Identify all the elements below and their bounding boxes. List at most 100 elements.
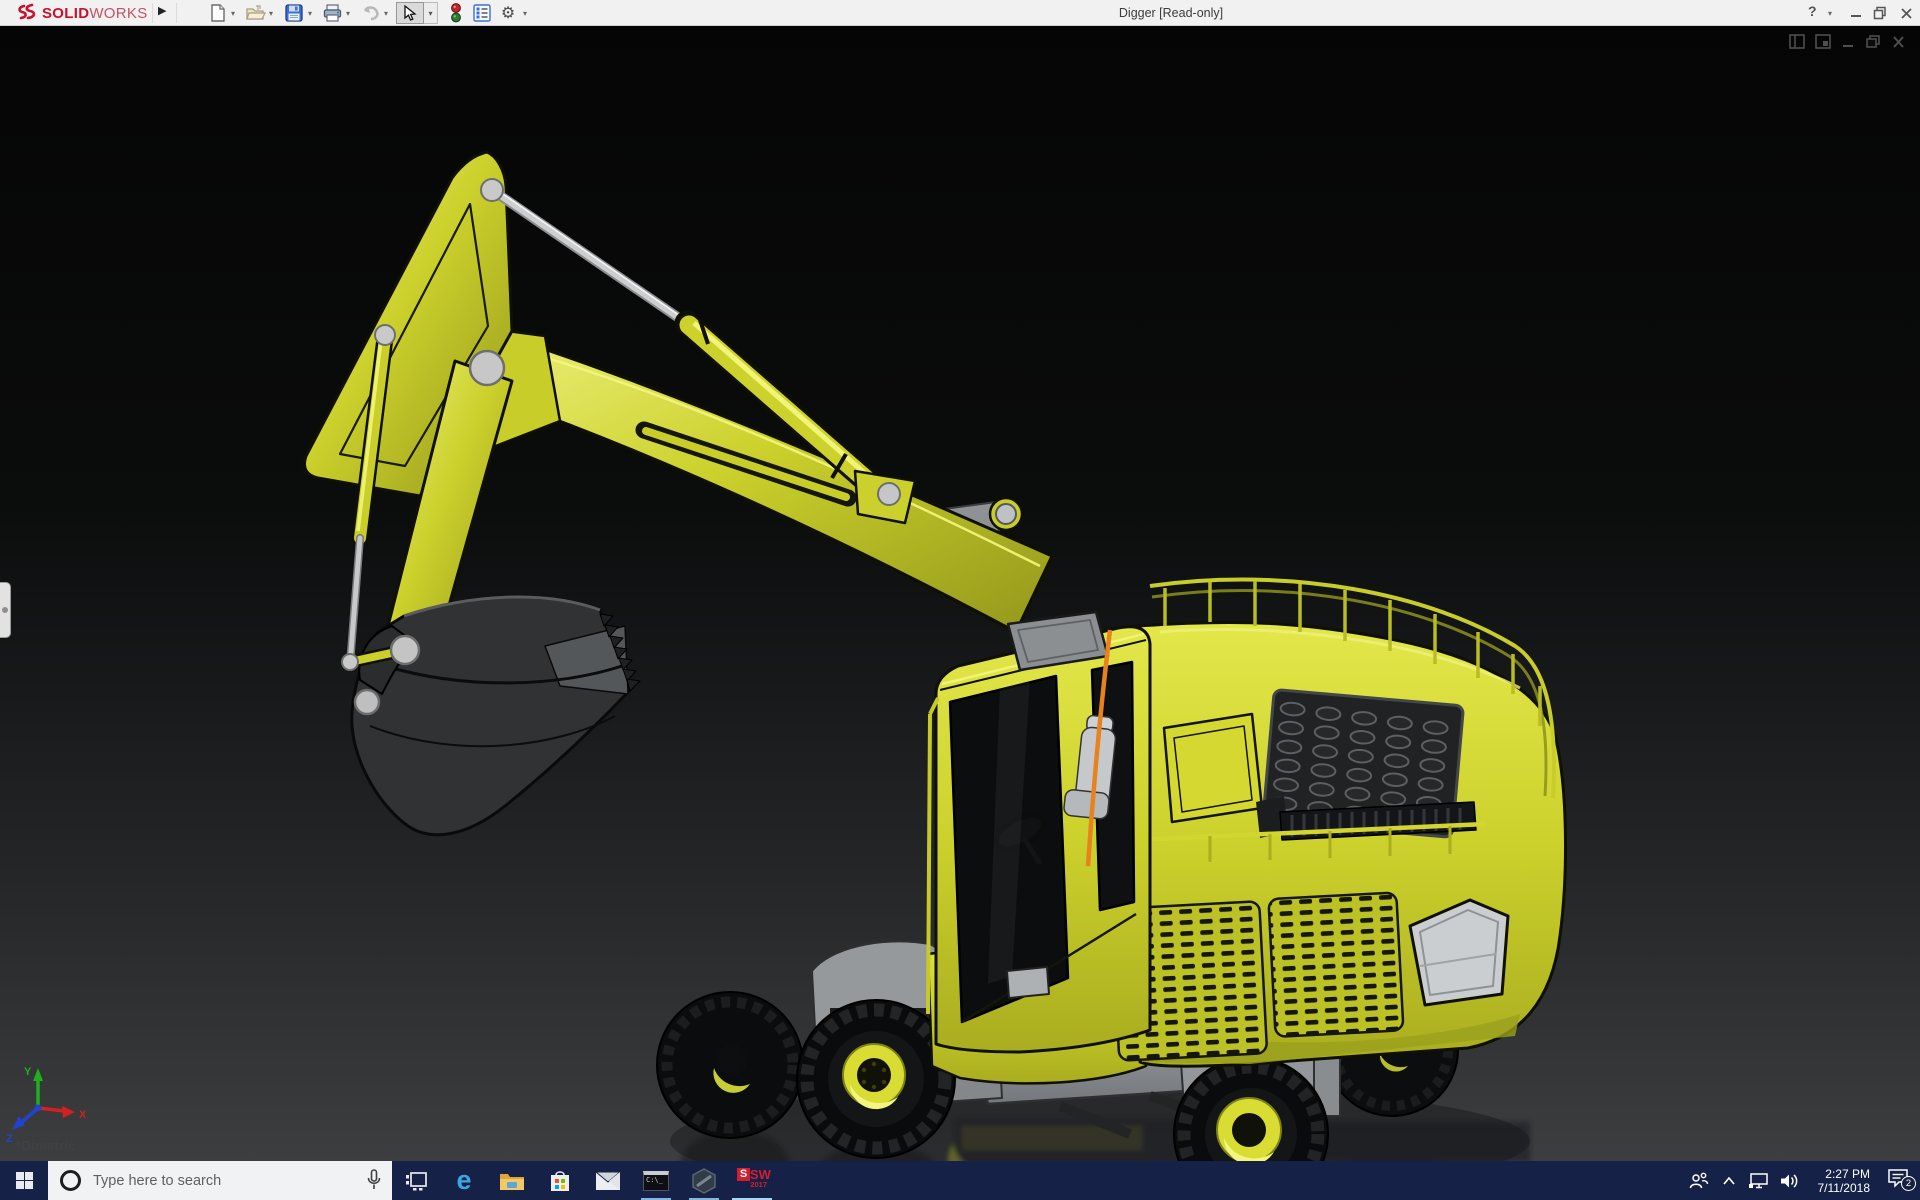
- hood-panel: [1162, 712, 1264, 824]
- viewport-restore-icon[interactable]: [1865, 34, 1882, 50]
- brand-works: WORKS: [89, 4, 148, 22]
- cab-handrail: [926, 713, 932, 1015]
- select-tool-caret[interactable]: ▾: [424, 2, 438, 24]
- cab[interactable]: [926, 610, 1152, 1054]
- graphics-viewport[interactable]: X Y Z *Dimetric: [0, 26, 1920, 1161]
- new-document-caret[interactable]: ▾: [228, 9, 238, 18]
- separator: [176, 3, 177, 23]
- network-button[interactable]: [1744, 1161, 1774, 1200]
- ds-logo-icon: [18, 3, 36, 20]
- taskbar-app-command-prompt[interactable]: C:\_: [632, 1161, 680, 1200]
- viewport-split-icon[interactable]: [1815, 34, 1832, 50]
- sw-s-letter: S: [737, 1167, 750, 1181]
- elbow-pin: [468, 349, 506, 387]
- edge-icon: e: [456, 1165, 472, 1195]
- open-caret[interactable]: ▾: [266, 9, 276, 18]
- start-button[interactable]: [0, 1161, 48, 1200]
- viewport-pane-icon[interactable]: [1789, 34, 1806, 50]
- select-cursor-icon: [404, 5, 417, 21]
- print-button[interactable]: [322, 3, 342, 23]
- solidworks-2017-icon: S SW 2017: [737, 1167, 771, 1195]
- mail-icon: [595, 1171, 621, 1190]
- bucket-pin-lower: [353, 688, 381, 716]
- brand-solid: SOLID: [42, 4, 90, 22]
- select-tool-button[interactable]: [396, 2, 424, 24]
- menu-flyout-arrow-icon[interactable]: ▶: [158, 4, 166, 17]
- settings-button[interactable]: ⚙: [498, 3, 518, 23]
- store-icon: [551, 1170, 569, 1191]
- help-button[interactable]: ?: [1808, 3, 1817, 19]
- save-caret[interactable]: ▾: [305, 9, 315, 18]
- undo-caret[interactable]: ▾: [381, 9, 391, 18]
- command-prompt-icon: C:\_: [643, 1170, 669, 1191]
- close-icon: [1900, 7, 1912, 19]
- taskbar-app-hexagon[interactable]: [680, 1161, 728, 1200]
- model-canvas[interactable]: X Y Z: [0, 26, 1920, 1161]
- x-axis-label: X: [79, 1109, 87, 1121]
- windows-taskbar: e C:\_: [0, 1161, 1920, 1200]
- search-input[interactable]: [93, 1172, 343, 1189]
- ethernet-network-icon: [1749, 1172, 1768, 1188]
- tray-overflow-button[interactable]: [1714, 1161, 1744, 1200]
- gear-icon: ⚙: [500, 5, 516, 22]
- wheel-rear-left[interactable]: [656, 991, 804, 1139]
- save-button[interactable]: [284, 3, 304, 23]
- bucket-pin-upper: [389, 634, 421, 666]
- people-icon: [1689, 1172, 1709, 1188]
- new-document-button[interactable]: [208, 3, 228, 23]
- taskbar-app-mail[interactable]: [584, 1161, 632, 1200]
- panel-flyout-tab[interactable]: [0, 582, 11, 638]
- print-caret[interactable]: ▾: [343, 9, 353, 18]
- open-button[interactable]: [246, 3, 266, 23]
- action-center-button[interactable]: 2: [1876, 1161, 1920, 1200]
- app-restore-button[interactable]: [1872, 4, 1888, 22]
- sw-year: 2017: [750, 1179, 767, 1189]
- y-axis-label: Y: [24, 1066, 32, 1078]
- restore-icon: [1873, 6, 1886, 20]
- component-tree-button[interactable]: [472, 3, 492, 23]
- taskbar-app-store[interactable]: [536, 1161, 584, 1200]
- save-floppy-icon: [285, 4, 303, 22]
- app-minimize-button[interactable]: [1848, 4, 1864, 22]
- tray-date: 7/11/2018: [1817, 1180, 1871, 1195]
- document-title: Digger [Read-only]: [1118, 6, 1224, 20]
- separator: [152, 3, 153, 23]
- minimize-icon: [1850, 14, 1861, 17]
- viewport-close-icon[interactable]: [1891, 34, 1906, 50]
- microphone-icon[interactable]: [366, 1169, 382, 1191]
- open-folder-icon: [246, 5, 266, 20]
- people-button[interactable]: [1684, 1161, 1714, 1200]
- component-tree-icon: [473, 4, 491, 22]
- taskbar-app-file-explorer[interactable]: [488, 1161, 536, 1200]
- chevron-up-icon: [1723, 1176, 1735, 1185]
- stoplight-icon: [451, 3, 461, 23]
- windows-logo-icon: [15, 1172, 33, 1189]
- clock[interactable]: 2:27 PM 7/11/2018: [1808, 1166, 1871, 1195]
- undo-arrow-icon: [363, 6, 379, 21]
- undo-button[interactable]: [360, 3, 380, 23]
- hexagon-app-icon: [692, 1167, 716, 1194]
- viewport-minimize-icon[interactable]: [1841, 34, 1856, 50]
- app-close-button[interactable]: [1898, 4, 1914, 22]
- taskbar-search[interactable]: [48, 1161, 392, 1200]
- stoplight-toggle-button[interactable]: [446, 3, 466, 23]
- speaker-icon: [1781, 1173, 1798, 1188]
- help-caret[interactable]: ▾: [1828, 9, 1832, 18]
- solidworks-logo: SOLID WORKS: [16, 2, 148, 24]
- cortana-icon: [60, 1170, 81, 1191]
- notification-badge: 2: [1901, 1176, 1916, 1191]
- volume-button[interactable]: [1774, 1161, 1804, 1200]
- z-axis-label: Z: [6, 1133, 13, 1145]
- flyout-tab-dot-icon: [2, 607, 8, 613]
- apex-pin: [480, 178, 504, 202]
- cab-step-plate: [1006, 966, 1050, 999]
- taskbar-app-edge[interactable]: e: [440, 1161, 488, 1200]
- tray-time: 2:27 PM: [1825, 1166, 1870, 1181]
- side-vent-right: [1267, 891, 1405, 1038]
- settings-caret[interactable]: ▾: [520, 9, 530, 18]
- command-prompt-text: C:\_: [646, 1175, 663, 1184]
- taskbar-app-solidworks[interactable]: S SW 2017: [728, 1161, 776, 1200]
- taskbar-app-task-view[interactable]: [392, 1161, 440, 1200]
- bracket-pin: [877, 482, 901, 506]
- titlebar: SOLID WORKS ▶ ▾ ▾ ▾ ▾ ▾ ▾ ⚙ ▾ Digger [Re…: [0, 0, 1920, 26]
